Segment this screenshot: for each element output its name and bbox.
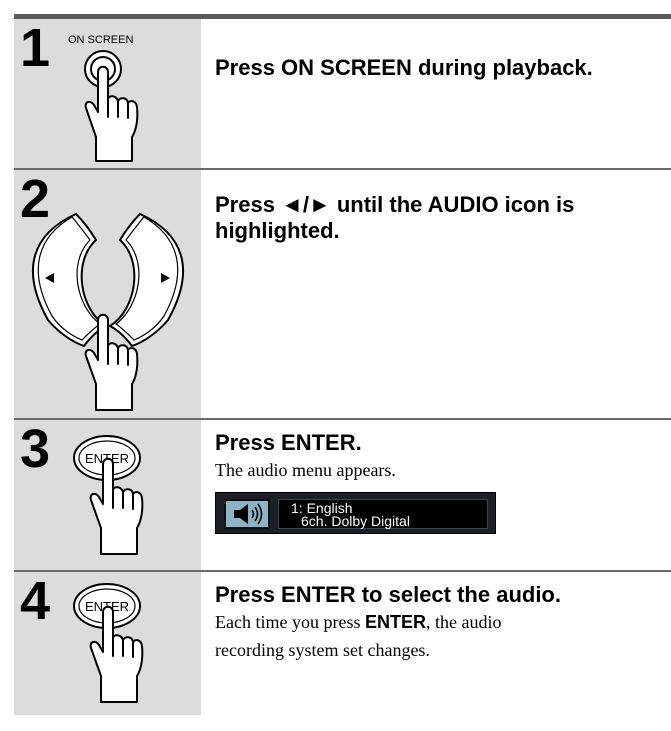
audio-track-format: 6ch. Dolby Digital [301, 513, 410, 529]
step-4-text: Press ENTER to select the audio. Each ti… [215, 572, 671, 715]
speaker-icon [234, 503, 263, 525]
step-4-title: Press ENTER to select the audio. [215, 582, 561, 607]
audio-menu-osd: 1: English 6ch. Dolby Digital [215, 492, 671, 534]
step-4-body-pre: Each time you press [215, 612, 365, 632]
step-4: 4 ENTER Press ENTER to select the audio.… [14, 572, 671, 715]
step-2-title-line1: Press ◄/► until the AUDIO icon is [215, 192, 575, 217]
step-2-text: Press ◄/► until the AUDIO icon is highli… [215, 170, 671, 418]
on-screen-button-illustration: ON SCREEN [68, 34, 139, 162]
step-1-text: Press ON SCREEN during playback. [215, 19, 671, 168]
step-4-body-bold: ENTER [364, 612, 426, 632]
left-arrow-button [32, 212, 109, 348]
on-screen-button-label: ON SCREEN [68, 34, 133, 46]
step-1: 1 ON SCREEN Press ON SCREEN during playb… [14, 19, 671, 168]
arrow-buttons-illustration [32, 212, 184, 411]
step-4-body: Each time you press ENTER, the audio rec… [215, 608, 515, 664]
right-arrow-button [107, 212, 184, 348]
enter-button-illustration: ENTER [73, 435, 144, 555]
enter-button-illustration-2: ENTER [73, 583, 144, 703]
audio-track-info: 1: English 6ch. Dolby Digital [278, 499, 488, 529]
step-2-title: Press ◄/► until the AUDIO icon is highli… [215, 192, 671, 244]
step-2: 2 Press ◄/► until the AUDIO icon is high… [14, 170, 671, 418]
step-3: 3 ENTER Press ENTER. The audio menu appe… [14, 420, 671, 570]
step-2-title-line2: highlighted. [215, 218, 340, 243]
step-3-title: Press ENTER. [215, 430, 362, 455]
step-3-text: Press ENTER. The audio menu appears. 1: … [215, 420, 671, 570]
step-3-body: The audio menu appears. [215, 460, 396, 480]
step-1-title: Press ON SCREEN during playback. [215, 55, 593, 80]
audio-icon-box [224, 499, 270, 529]
audio-menu-panel: 1: English 6ch. Dolby Digital [215, 492, 496, 534]
